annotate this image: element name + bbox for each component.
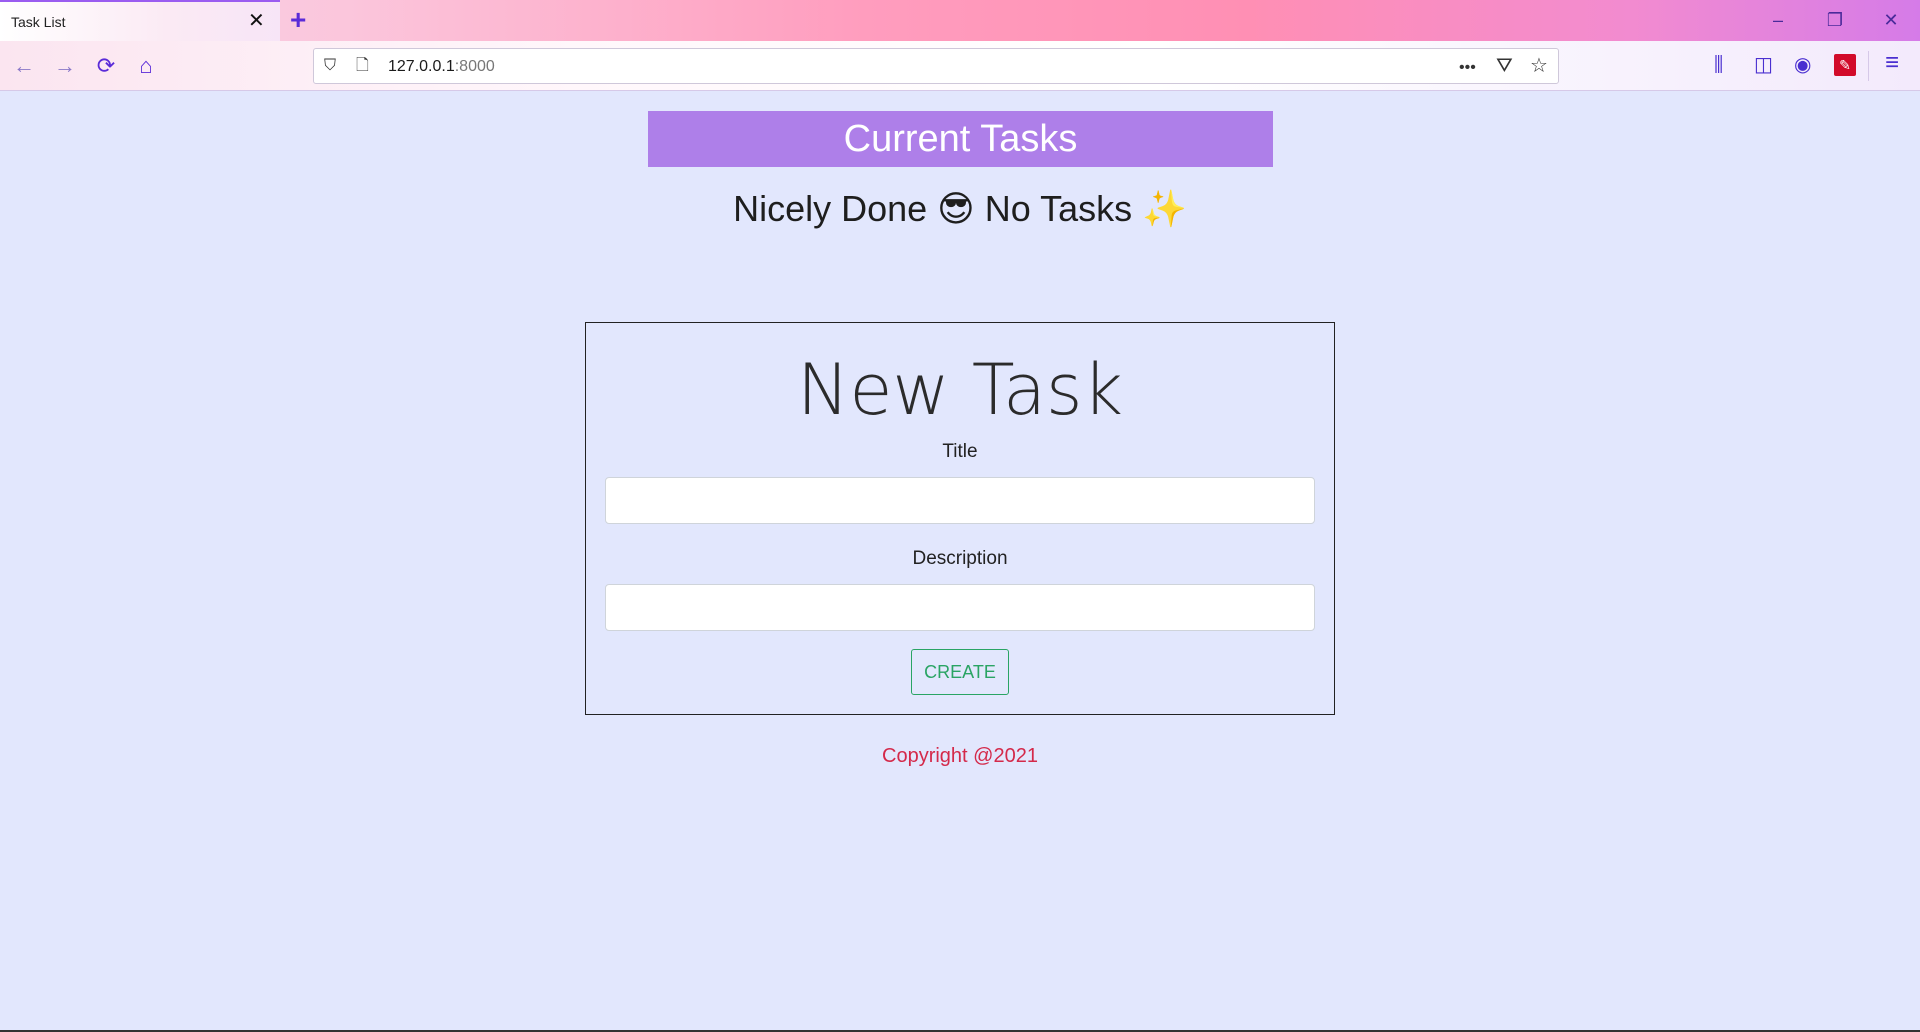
browser-tab[interactable]: Task List ✕ xyxy=(0,0,280,41)
description-label: Description xyxy=(912,548,1008,569)
url-port: :8000 xyxy=(454,58,495,75)
empty-tasks-message: Nicely Done 😎 No Tasks ✨ xyxy=(733,188,1187,229)
new-task-form: New Task Title Description CREATE xyxy=(585,322,1335,715)
close-window-button[interactable]: ✕ xyxy=(1866,6,1916,36)
title-label: Title xyxy=(942,441,978,462)
toolbar-divider xyxy=(1868,51,1869,81)
page-content: Current Tasks Nicely Done 😎 No Tasks ✨ N… xyxy=(0,92,1920,1032)
forward-icon[interactable]: → xyxy=(49,50,81,82)
minimize-button[interactable]: – xyxy=(1753,6,1803,36)
restore-button[interactable]: ❐ xyxy=(1810,6,1860,36)
tab-title: Task List xyxy=(11,14,66,30)
title-input[interactable] xyxy=(605,477,1315,524)
nav-bar: ← → ⟳ ⌂ ⛉ 🗋 127.0.0.1:8000 ••• ⛛ ☆ ⫼ ◫ ◉… xyxy=(0,41,1920,91)
new-tab-button[interactable]: + xyxy=(290,6,306,34)
more-actions-icon[interactable]: ••• xyxy=(1459,55,1476,81)
home-icon[interactable]: ⌂ xyxy=(130,50,162,82)
library-icon[interactable]: ⫼ xyxy=(1714,53,1723,77)
extension-icon[interactable]: ✎ xyxy=(1834,54,1856,76)
current-tasks-header: Current Tasks xyxy=(648,111,1273,167)
form-heading: New Task xyxy=(796,349,1123,431)
description-input[interactable] xyxy=(605,584,1315,631)
pocket-icon[interactable]: ⛛ xyxy=(1496,53,1513,79)
create-button[interactable]: CREATE xyxy=(911,649,1009,695)
menu-icon[interactable]: ≡ xyxy=(1885,51,1899,75)
account-icon[interactable]: ◉ xyxy=(1794,53,1811,77)
sidebar-icon[interactable]: ◫ xyxy=(1754,53,1773,77)
page-info-icon[interactable]: 🗋 xyxy=(356,54,369,78)
footer-copyright: Copyright @2021 xyxy=(882,745,1038,767)
url-text[interactable]: 127.0.0.1:8000 xyxy=(388,58,495,76)
shield-icon[interactable]: ⛉ xyxy=(324,54,336,78)
reload-icon[interactable]: ⟳ xyxy=(90,50,122,82)
url-bar[interactable]: ⛉ 🗋 127.0.0.1:8000 ••• ⛛ ☆ xyxy=(313,48,1559,84)
bookmark-star-icon[interactable]: ☆ xyxy=(1530,53,1548,79)
url-host: 127.0.0.1 xyxy=(388,58,455,75)
tab-bar: Task List ✕ + – ❐ ✕ xyxy=(0,0,1920,41)
tab-close-icon[interactable]: ✕ xyxy=(248,11,265,31)
back-icon[interactable]: ← xyxy=(8,50,40,82)
